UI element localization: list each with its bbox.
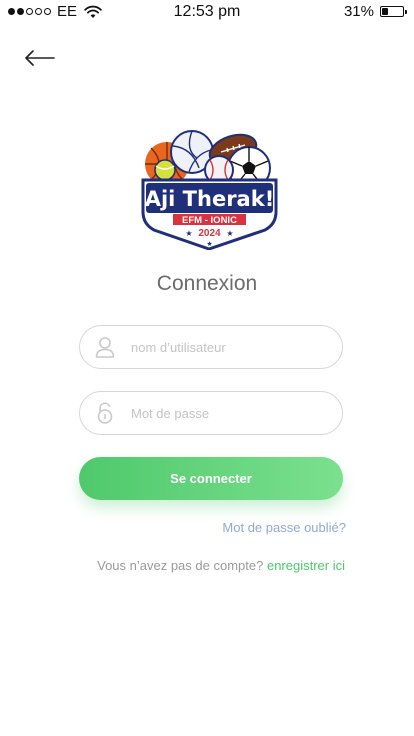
battery-level <box>382 8 388 15</box>
forgot-password-link[interactable]: Mot de passe oublié? <box>222 520 346 535</box>
register-link[interactable]: enregistrer ici <box>267 558 345 573</box>
app-logo: Aji Therak! EFM - IONIC 2024 ★ ★ ★ <box>141 130 278 250</box>
status-bar: EE 12:53 pm 31% <box>0 0 414 24</box>
login-button[interactable]: Se connecter <box>79 457 343 500</box>
status-bar-right: 31% <box>343 3 407 20</box>
back-arrow-icon[interactable] <box>24 46 56 70</box>
password-field[interactable] <box>79 391 343 435</box>
logo-title: Aji Therak! <box>145 187 275 211</box>
user-icon <box>95 337 115 358</box>
logo-subtitle: EFM - IONIC <box>182 215 237 226</box>
username-input[interactable] <box>131 339 321 355</box>
battery-percentage: 31% <box>343 3 374 20</box>
star-icon: ★ <box>226 229 233 238</box>
battery-icon <box>380 6 407 17</box>
page-title: Connexion <box>156 272 258 295</box>
register-prompt: Vous n’avez pas de compte? <box>97 558 264 573</box>
username-field[interactable] <box>79 325 343 369</box>
star-icon: ★ <box>185 229 192 238</box>
lock-icon <box>97 402 113 424</box>
login-screen: EE 12:53 pm 31% Aji Therak! EFM - IONIC … <box>0 0 414 736</box>
tennis-ball-icon <box>154 159 176 181</box>
register-row: Vous n’avez pas de compte? enregistrer i… <box>97 558 345 573</box>
password-input[interactable] <box>131 405 321 421</box>
star-icon: ★ <box>206 240 212 248</box>
logo-year: 2024 <box>198 228 221 239</box>
